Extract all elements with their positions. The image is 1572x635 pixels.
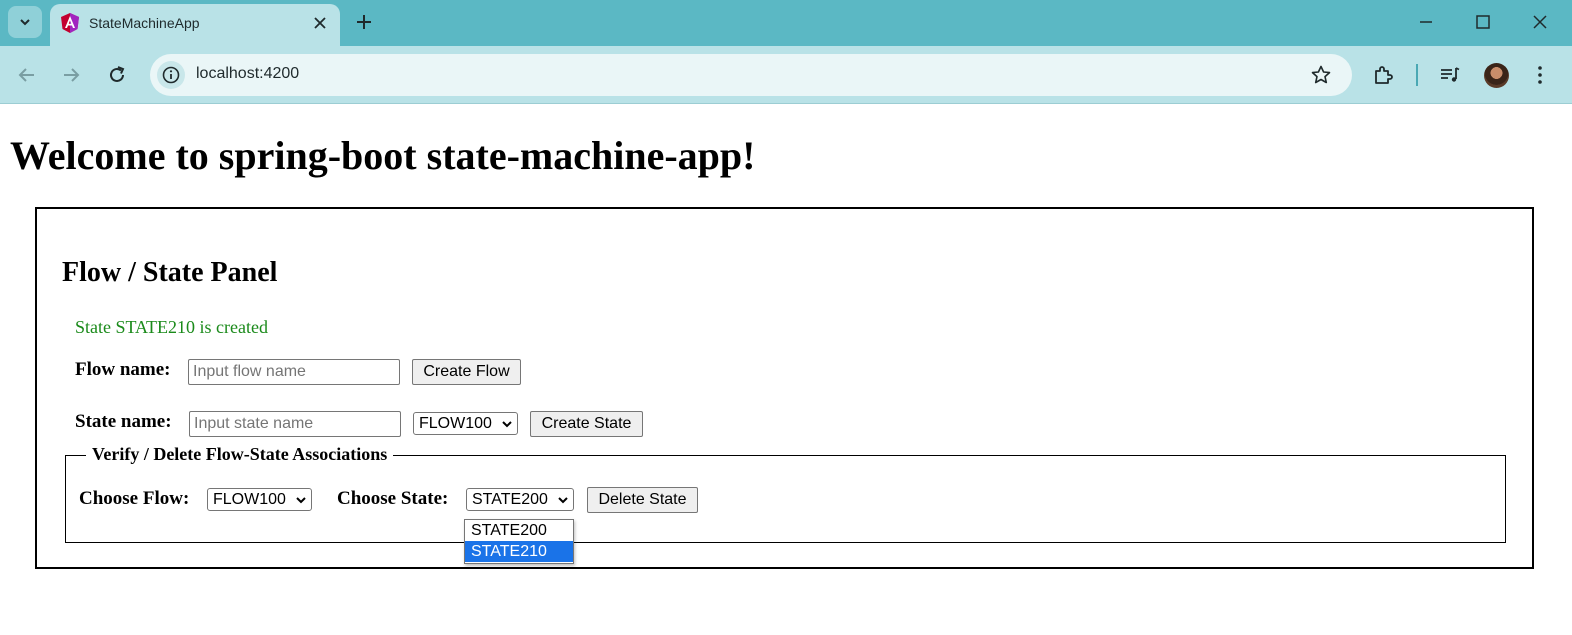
delete-state-button[interactable]: Delete State [587, 487, 698, 513]
tab-title: StateMachineApp [89, 15, 200, 31]
profile-avatar[interactable] [1484, 63, 1509, 88]
browser-tab-bar: StateMachineApp [0, 0, 1572, 46]
url-text: localhost:4200 [196, 65, 300, 82]
extensions-puzzle-icon[interactable] [1372, 63, 1396, 87]
state-flow-select[interactable]: FLOW100 [413, 412, 518, 435]
state-name-label: State name: [75, 411, 172, 432]
state-name-input[interactable] [189, 411, 401, 437]
choose-state-select-value: STATE200 [472, 490, 548, 508]
address-bar[interactable]: localhost:4200 [150, 54, 1352, 96]
choose-state-select[interactable]: STATE200 [466, 488, 574, 511]
tab-search-button[interactable] [8, 6, 42, 38]
chevron-down-icon [296, 496, 306, 503]
panel-title: Flow / State Panel [62, 257, 278, 288]
site-info-button[interactable] [157, 61, 185, 89]
choose-flow-select[interactable]: FLOW100 [207, 488, 312, 511]
choose-flow-select-value: FLOW100 [213, 490, 286, 508]
state-dropdown-list: STATE200 STATE210 [464, 519, 574, 564]
chevron-down-icon [20, 19, 30, 26]
chevron-down-icon [558, 496, 568, 503]
window-close-icon[interactable] [1530, 12, 1550, 32]
angular-logo-icon [61, 13, 79, 33]
choose-state-label: Choose State: [337, 488, 449, 509]
association-fieldset: Verify / Delete Flow-State Associations … [65, 444, 1506, 543]
create-state-button[interactable]: Create State [530, 411, 643, 437]
fieldset-legend: Verify / Delete Flow-State Associations [86, 444, 394, 465]
info-icon [162, 66, 180, 84]
active-tab[interactable]: StateMachineApp [50, 4, 340, 46]
kebab-menu-icon[interactable] [1528, 63, 1552, 87]
choose-flow-label: Choose Flow: [79, 488, 190, 509]
media-control-icon[interactable] [1438, 63, 1462, 87]
plus-icon[interactable] [354, 12, 374, 32]
status-message: State STATE210 is created [75, 317, 269, 337]
create-flow-button[interactable]: Create Flow [412, 359, 521, 385]
close-icon[interactable] [312, 15, 328, 31]
flow-state-panel: Flow / State Panel State STATE210 is cre… [35, 207, 1534, 569]
minimize-icon[interactable] [1416, 12, 1436, 32]
reload-icon[interactable] [106, 64, 128, 86]
forward-arrow-icon[interactable] [60, 64, 82, 86]
state-flow-select-value: FLOW100 [419, 414, 492, 432]
dropdown-option-highlighted[interactable]: STATE210 [465, 541, 573, 562]
maximize-icon[interactable] [1473, 12, 1493, 32]
flow-name-label: Flow name: [75, 359, 171, 380]
toolbar-separator [1416, 64, 1418, 86]
browser-toolbar: localhost:4200 [0, 46, 1572, 104]
dropdown-option[interactable]: STATE200 [465, 520, 573, 541]
chevron-down-icon [502, 420, 512, 427]
flow-name-input[interactable] [188, 359, 400, 385]
back-arrow-icon[interactable] [16, 64, 38, 86]
bookmark-star-icon[interactable] [1310, 64, 1332, 86]
page-title: Welcome to spring-boot state-machine-app… [10, 133, 756, 178]
